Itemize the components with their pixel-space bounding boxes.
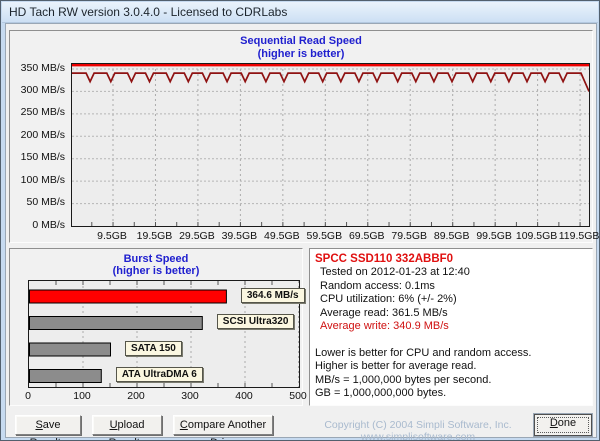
read-chart-subtitle: (higher is better) [257,48,345,60]
read-y-tick: 100 MB/s [20,173,65,186]
window-title: HD Tach RW version 3.0.4.0 - Licensed to… [9,5,288,19]
info-average-write: Average write: 340.9 MB/s [320,320,449,332]
compare-another-drive-label: Compare Another Drive [179,419,267,440]
info-note-gb: GB = 1,000,000,000 bytes. [315,387,447,399]
burst-speed-panel: Burst Speed (higher is better) 364.6 MB/… [9,248,307,406]
read-y-tick: 0 MB/s [32,218,65,231]
burst-bar [29,316,203,330]
read-y-tick: 50 MB/s [26,196,65,209]
burst-x-tick: 100 [73,390,91,402]
burst-bar [29,289,227,304]
compare-another-drive-button[interactable]: Compare Another Drive [173,415,273,440]
done-focus-rect [537,417,589,433]
burst-bar-label: 364.6 MB/s [240,287,305,303]
upload-results-label: Upload Results [109,419,146,440]
read-y-tick: 300 MB/s [20,83,65,96]
read-x-tick: 119.5GB [558,230,600,242]
copyright-text: Copyright (C) 2004 Simpli Software, Inc.… [324,419,512,441]
read-chart-svg [72,64,589,226]
read-y-tick: 150 MB/s [20,151,65,164]
burst-x-tick: 0 [25,390,31,402]
read-y-tick: 200 MB/s [20,128,65,141]
burst-chart-subtitle: (higher is better) [112,265,200,277]
info-random-access: Random access: 0.1ms [320,279,435,292]
burst-bar [29,369,102,383]
read-chart-title: Sequential Read Speed [240,35,362,47]
burst-bar [29,342,111,357]
read-plot [71,63,590,227]
read-y-tick: 250 MB/s [20,106,65,119]
app-window: HD Tach RW version 3.0.4.0 - Licensed to… [0,0,600,441]
info-average-read: Average read: 361.5 MB/s [320,306,448,319]
burst-x-tick: 300 [181,390,199,402]
info-cpu-utilization: CPU utilization: 6% (+/- 2%) [320,293,457,305]
title-bar[interactable]: HD Tach RW version 3.0.4.0 - Licensed to… [2,2,598,23]
info-note-cpu: Lower is better for CPU and random acces… [315,346,532,359]
burst-bar-label: ATA UltraDMA 6 [115,367,203,382]
upload-results-button[interactable]: Upload Results [92,415,162,440]
save-results-button[interactable]: Save Results [15,415,81,440]
burst-bar-label: SATA 150 [125,340,182,356]
info-note-mbs: MB/s = 1,000,000 bytes per second. [315,373,492,386]
drive-info-panel: SPCC SSD110 332ABBF0 Tested on 2012-01-2… [309,248,593,406]
burst-x-tick: 200 [127,390,145,402]
burst-x-tick: 400 [235,390,253,402]
save-results-label: Save Results [30,419,67,440]
info-note-read: Higher is better for average read. [315,360,477,372]
write-speed-line [72,72,589,92]
done-button[interactable]: Done [534,414,592,436]
burst-chart-title: Burst Speed [123,253,189,265]
client-area: Sequential Read Speed (higher is better)… [5,23,599,441]
info-tested-on: Tested on 2012-01-23 at 12:40 [320,266,470,278]
sequential-read-panel: Sequential Read Speed (higher is better)… [9,30,599,243]
drive-name: SPCC SSD110 332ABBF0 [315,253,454,265]
burst-bar-label: SCSI Ultra320 [216,314,295,329]
read-y-tick: 350 MB/s [20,61,65,74]
